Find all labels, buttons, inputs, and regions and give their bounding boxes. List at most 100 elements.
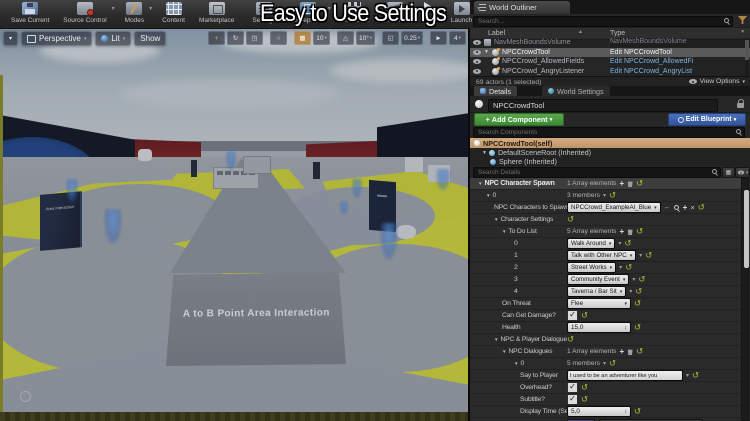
property-row-npc-characters-to-spawn[interactable]: NPC Characters to Spawn NPCCrowd_ExampleA… — [470, 202, 742, 214]
dropdown-4[interactable]: Taverna / Bar Sit ▾ — [567, 286, 627, 297]
display-filter-button[interactable]: ▾ — [735, 167, 750, 178]
use-selected-icon[interactable]: ← — [664, 204, 671, 211]
search-components[interactable] — [473, 127, 745, 138]
property-row-overhead[interactable]: Overhead? ✓ ↺ — [470, 382, 742, 394]
tab-world-outliner[interactable]: World Outliner — [474, 1, 570, 14]
reset-to-default-icon[interactable]: ↺ — [567, 215, 574, 224]
details-scrollbar-thumb[interactable] — [743, 190, 749, 268]
toolbar-item-content[interactable]: Content — [155, 0, 192, 24]
component-row-npccrowdtool-self[interactable]: NPCCrowdTool(self) — [470, 138, 750, 148]
dropdown-caret-icon[interactable]: ▾ — [149, 5, 152, 12]
expand-arrow-icon[interactable]: ▼ — [502, 349, 506, 354]
expand-arrow-icon[interactable]: ▼ — [486, 193, 490, 198]
sort-asc-icon[interactable]: ▲ — [578, 29, 583, 35]
expand-arrow-icon[interactable]: ▼ — [494, 337, 498, 342]
camera-speed-value[interactable]: 4 ▾ — [449, 31, 466, 45]
visibility-eye-icon[interactable] — [473, 59, 481, 65]
expand-arrow-icon[interactable]: ▼ — [494, 217, 498, 222]
property-row-display-time-sec[interactable]: Display Time (Sec) 5,0 ↕ ↺ — [470, 406, 742, 418]
add-component-button[interactable]: + Add Component ▾ — [474, 113, 564, 126]
dropdown-caret-icon[interactable]: ▾ — [112, 5, 115, 12]
delete-icon[interactable] — [627, 181, 633, 187]
property-row-0[interactable]: ▼ 0 5 members ▾ ↺ — [470, 358, 742, 370]
outliner-row-npccrowd-angrylistener[interactable]: NPCCrowd_AngryListener Edit NPCCrowd_Angr… — [470, 66, 750, 77]
expand-arrow-icon[interactable]: ▼ — [502, 229, 506, 234]
clear-icon[interactable]: × — [690, 204, 694, 212]
property-matrix-button[interactable]: ▦ — [722, 167, 735, 178]
add-element-icon[interactable]: + — [619, 179, 624, 188]
toolbar-item-launch[interactable]: ▾ Launch — [444, 0, 480, 24]
actor-type-link[interactable]: Edit NPCCrowd_AllowedFi — [610, 58, 693, 65]
visibility-eye-icon[interactable] — [473, 68, 481, 74]
reset-to-default-icon[interactable]: ↺ — [645, 251, 652, 260]
property-row-say-to-player[interactable]: Say to Player I used to be an adventurer … — [470, 370, 742, 382]
search-details[interactable] — [473, 167, 721, 178]
property-row-subtitle[interactable]: Subtitle? ✓ ↺ — [470, 394, 742, 406]
outliner-row-npccrowdtool[interactable]: ▼ NPCCrowdTool Edit NPCCrowdTool — [470, 47, 750, 57]
search-components-input[interactable] — [474, 128, 744, 137]
outliner-search[interactable] — [473, 15, 733, 27]
outliner-scrollbar[interactable] — [745, 38, 749, 76]
reset-to-default-icon[interactable]: ↺ — [636, 179, 643, 188]
dropdown-on-threat[interactable]: Flee ▾ — [567, 298, 631, 309]
browse-icon[interactable] — [673, 204, 680, 211]
expand-arrow-icon[interactable]: ▼ — [478, 181, 482, 186]
actor-name-field[interactable] — [488, 98, 718, 112]
reset-to-default-icon[interactable]: ↺ — [609, 191, 616, 200]
checkbox-subtitle[interactable]: ✓ — [567, 394, 578, 405]
property-row-npc-player-dialogue[interactable]: ▼ NPC & Player Dialogue ↺ — [470, 334, 742, 346]
dropdown-npc-characters-to-spawn[interactable]: NPCCrowd_ExampleAI_Blue ▾ — [567, 202, 661, 213]
element-options-icon[interactable]: ▾ — [629, 289, 632, 295]
reset-to-default-icon[interactable]: ↺ — [634, 299, 641, 308]
show-flags-button[interactable]: Show — [134, 31, 167, 46]
rotate-tool-button[interactable]: ↻ — [226, 31, 244, 45]
reset-to-default-icon[interactable]: ↺ — [581, 311, 588, 320]
property-row-npc-character-spawn[interactable]: ▼ NPC Character Spawn 1 Array elements + ↺ — [470, 178, 742, 190]
column-label[interactable]: Label — [488, 30, 505, 37]
element-options-icon[interactable]: ▾ — [632, 277, 635, 283]
outliner-search-input[interactable] — [474, 16, 732, 26]
view-options-button[interactable]: View Options ▾ — [688, 78, 745, 85]
tab-details[interactable]: Details — [474, 86, 517, 96]
lock-icon[interactable] — [737, 99, 744, 108]
visibility-eye-icon[interactable] — [473, 40, 481, 46]
spinner-icon[interactable]: ↕ — [624, 325, 627, 331]
rotation-snap-value[interactable]: 10° ▾ — [355, 31, 376, 45]
element-options-icon[interactable]: ▾ — [603, 193, 606, 199]
spinner-icon[interactable]: ↕ — [624, 409, 627, 415]
number-field-health[interactable]: 15,0 ↕ — [567, 322, 631, 333]
reset-to-default-icon[interactable]: ↺ — [625, 263, 632, 272]
edit-blueprint-button[interactable]: Edit Blueprint ▾ — [668, 113, 746, 126]
number-field-display-time-sec[interactable]: 5,0 ↕ — [567, 406, 631, 417]
property-row-health[interactable]: Health 15,0 ↕ ↺ — [470, 322, 742, 334]
grid-snap-toggle[interactable]: ▦ — [293, 31, 311, 45]
view-mode-button[interactable]: Lit ▾ — [95, 31, 132, 46]
world-space-button[interactable]: ○ — [269, 31, 287, 45]
column-options-icon[interactable]: ▾ — [741, 29, 744, 35]
property-row-character-settings[interactable]: ▼ Character Settings ↺ — [470, 214, 742, 226]
reset-to-default-icon[interactable]: ↺ — [698, 203, 705, 212]
reset-to-default-icon[interactable]: ↺ — [635, 287, 642, 296]
property-row-npc-dialogues[interactable]: ▼ NPC Dialogues 1 Array elements + ↺ — [470, 346, 742, 358]
camera-speed-button[interactable]: ► — [430, 31, 447, 45]
outliner-row-npccrowd-allowedfields[interactable]: NPCCrowd_AllowedFields Edit NPCCrowd_Allo… — [470, 57, 750, 67]
expand-arrow-icon[interactable]: ▼ — [482, 150, 487, 156]
reset-to-default-icon[interactable]: ↺ — [638, 275, 645, 284]
checkbox-overhead[interactable]: ✓ — [567, 382, 578, 393]
delete-icon[interactable] — [627, 229, 633, 235]
tab-world-settings[interactable]: World Settings — [542, 86, 610, 96]
grid-snap-value[interactable]: 10 ▾ — [312, 31, 330, 45]
dropdown-0[interactable]: Walk Around ▾ — [567, 238, 616, 249]
expand-arrow-icon[interactable]: ▼ — [484, 49, 489, 55]
filter-icon[interactable] — [738, 16, 747, 24]
move-tool-button[interactable]: + — [207, 31, 225, 45]
property-row-3[interactable]: 3 Community Event ▾ ▾ ↺ — [470, 274, 742, 286]
reset-to-default-icon[interactable]: ↺ — [636, 227, 643, 236]
property-row-1[interactable]: 1 Talk with Other NPC ▾ ▾ ↺ — [470, 250, 742, 262]
actor-name-input[interactable] — [489, 99, 717, 111]
column-type[interactable]: Type — [610, 30, 625, 37]
add-element-icon[interactable]: + — [683, 203, 688, 212]
viewport-options-button[interactable]: ▾ — [3, 31, 19, 46]
property-row-0[interactable]: 0 Walk Around ▾ ▾ ↺ — [470, 238, 742, 250]
reset-to-default-icon[interactable]: ↺ — [581, 395, 588, 404]
